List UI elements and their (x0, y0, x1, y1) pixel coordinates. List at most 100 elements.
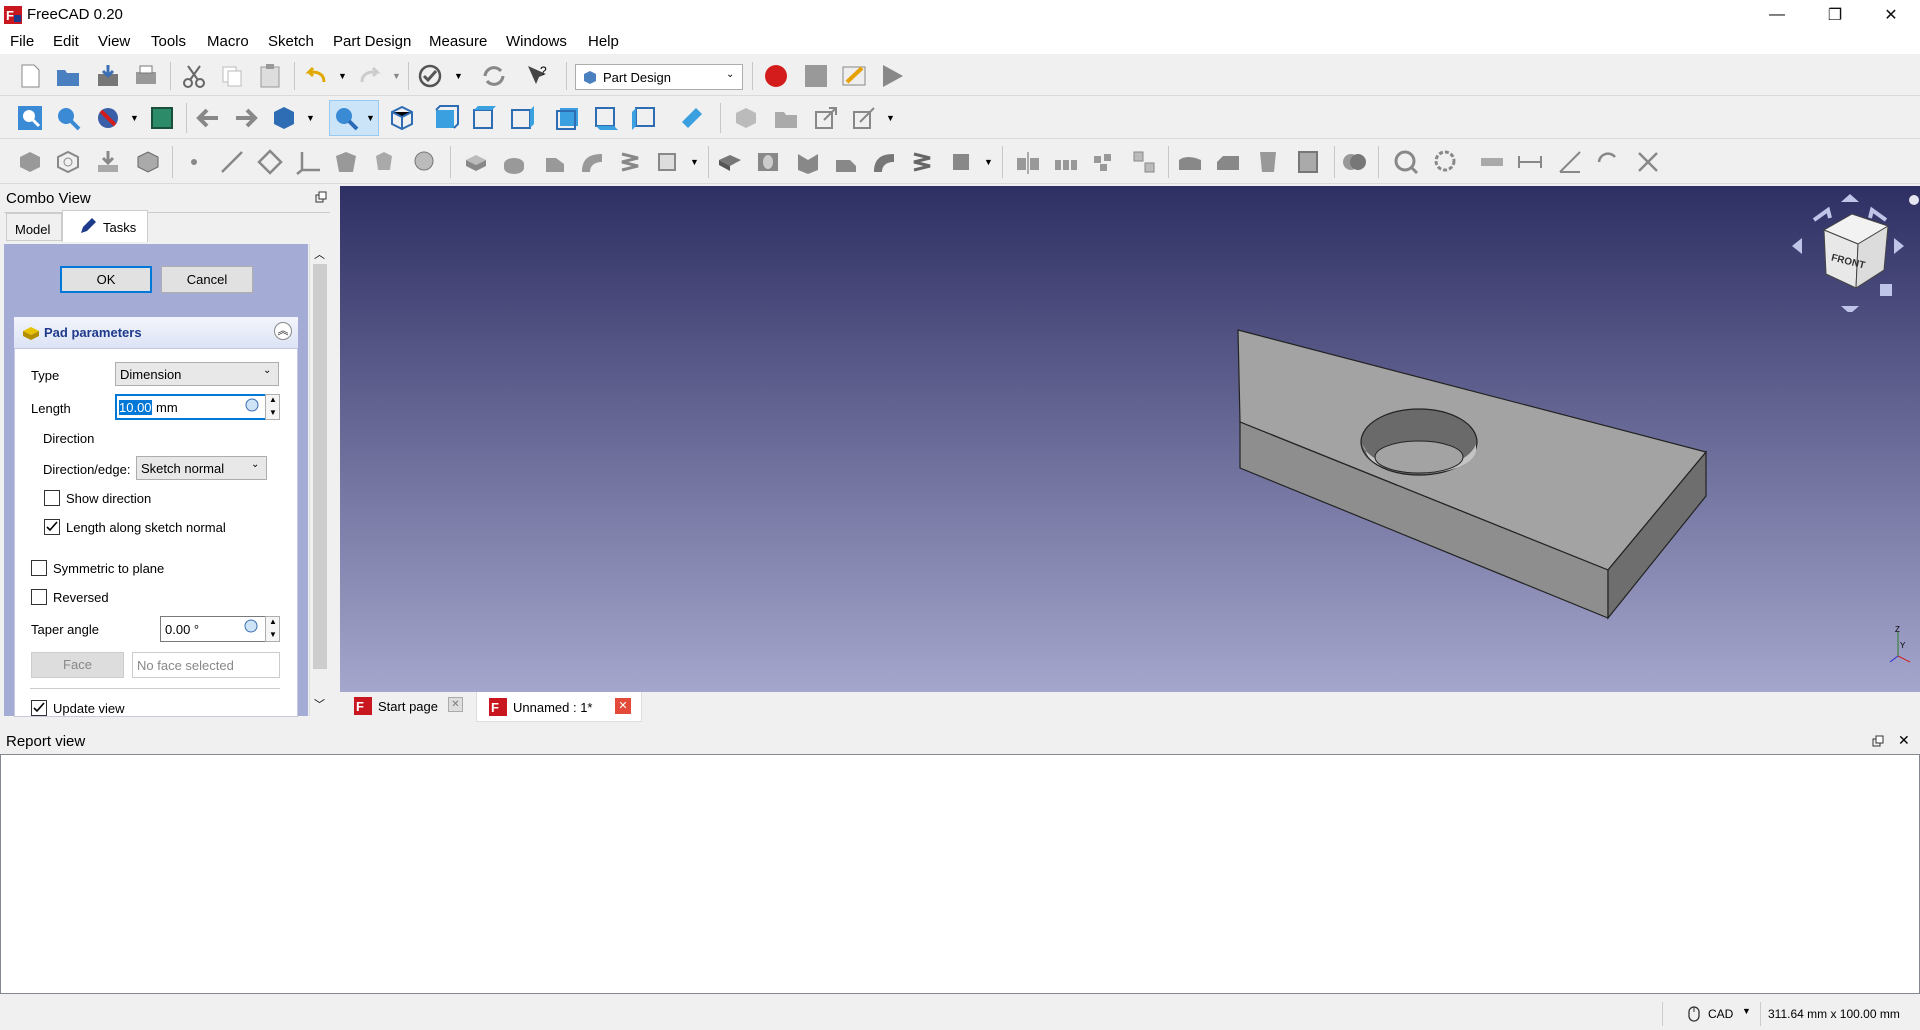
menu-windows[interactable]: Windows (506, 33, 567, 50)
create-body-icon[interactable] (732, 104, 760, 132)
tab-tasks[interactable]: Tasks (62, 210, 148, 242)
undo-icon[interactable] (302, 62, 330, 90)
close-tab-icon[interactable]: ✕ (448, 697, 463, 712)
macro-record-icon[interactable] (762, 62, 790, 90)
subtractive-clone-icon[interactable] (410, 148, 438, 176)
groove-icon[interactable] (794, 148, 822, 176)
sprocket-icon[interactable] (1392, 148, 1420, 176)
revolution-icon[interactable] (500, 148, 528, 176)
scroll-down-icon[interactable]: ﹀ (314, 696, 325, 712)
3d-viewport[interactable]: FRONT Z Y (340, 186, 1920, 692)
chamfer-icon[interactable] (1214, 148, 1242, 176)
view-left-icon[interactable] (630, 104, 658, 132)
mirrored-icon[interactable] (1014, 148, 1042, 176)
create-part-icon[interactable] (772, 104, 800, 132)
menu-help[interactable]: Help (588, 33, 619, 50)
body-icon[interactable] (16, 148, 44, 176)
ok-button[interactable]: OK (60, 266, 152, 293)
measure-clear-icon[interactable] (1634, 148, 1662, 176)
shape-binder-icon[interactable] (134, 148, 162, 176)
new-document-icon[interactable] (16, 62, 44, 90)
view-top-icon[interactable] (470, 104, 498, 132)
undock-icon[interactable] (315, 191, 327, 203)
expression-icon[interactable] (244, 619, 258, 633)
type-select[interactable]: Dimension ⌄ (115, 362, 279, 386)
minimize-button[interactable]: — (1748, 0, 1806, 29)
show-direction-checkbox[interactable] (44, 490, 60, 506)
navigation-cube[interactable]: FRONT (1776, 190, 1920, 312)
create-sketch-icon[interactable] (54, 148, 82, 176)
datum-plane-icon[interactable] (256, 148, 284, 176)
local-cs-icon[interactable] (294, 148, 322, 176)
zoom-icon[interactable] (332, 104, 360, 132)
validate-sketch-icon[interactable] (94, 148, 122, 176)
menu-part-design[interactable]: Part Design (333, 33, 411, 50)
std-view-icon[interactable] (270, 104, 298, 132)
taper-angle-input[interactable]: 0.00 ° (160, 616, 267, 642)
navigation-style[interactable]: CAD (1708, 1007, 1733, 1021)
reversed-checkbox[interactable] (31, 589, 47, 605)
spin-up-icon[interactable]: ▲ (269, 395, 277, 404)
undo-dropdown-icon[interactable]: ▼ (338, 71, 347, 81)
menu-view[interactable]: View (98, 33, 130, 50)
print-icon[interactable] (132, 62, 160, 90)
involute-gear-icon[interactable] (1432, 148, 1460, 176)
forward-arrow-icon[interactable] (232, 104, 260, 132)
spin-up-icon[interactable]: ▲ (269, 617, 277, 626)
pocket-icon[interactable] (716, 148, 744, 176)
macro-stop-icon[interactable] (802, 62, 830, 90)
macro-run-icon[interactable] (878, 62, 906, 90)
cut-icon[interactable] (180, 62, 208, 90)
collapse-icon[interactable]: ︽ (274, 322, 292, 340)
additive-pipe-icon[interactable] (578, 148, 606, 176)
additive-helix-icon[interactable] (616, 148, 644, 176)
measure-refresh-icon[interactable] (1594, 148, 1622, 176)
measure-angular-icon[interactable] (1556, 148, 1584, 176)
multi-transform-icon[interactable] (1130, 148, 1158, 176)
view-rear-icon[interactable] (554, 104, 582, 132)
cancel-button[interactable]: Cancel (161, 266, 253, 293)
draw-style-dropdown-icon[interactable]: ▼ (130, 113, 139, 123)
recompute-icon[interactable] (480, 62, 508, 90)
draft-icon[interactable] (1254, 148, 1282, 176)
copy-icon[interactable] (218, 62, 246, 90)
redo-icon[interactable] (356, 62, 384, 90)
datum-point-icon[interactable] (180, 148, 208, 176)
scroll-thumb[interactable] (313, 264, 327, 669)
face-button[interactable]: Face (31, 652, 124, 678)
subtractive-helix-icon[interactable] (908, 148, 936, 176)
menu-macro[interactable]: Macro (207, 33, 249, 50)
maximize-button[interactable]: ❐ (1806, 0, 1864, 29)
task-scrollbar[interactable]: ︿ ﹀ (309, 244, 329, 716)
menu-tools[interactable]: Tools (151, 33, 186, 50)
subtractive-pipe-icon[interactable] (870, 148, 898, 176)
sub-shape-binder-icon[interactable] (332, 148, 360, 176)
zoom-dropdown-icon[interactable]: ▼ (366, 113, 375, 123)
navigation-dropdown-icon[interactable]: ▼ (1742, 1006, 1751, 1016)
refresh-dropdown-icon[interactable]: ▼ (454, 71, 463, 81)
symmetric-checkbox[interactable] (31, 560, 47, 576)
menu-measure[interactable]: Measure (429, 33, 487, 50)
scroll-up-icon[interactable]: ︿ (314, 246, 325, 262)
close-tab-icon[interactable]: ✕ (615, 698, 631, 714)
additive-primitive-dropdown-icon[interactable]: ▼ (690, 157, 699, 167)
whats-this-icon[interactable]: ? (524, 62, 552, 90)
draw-style-icon[interactable] (94, 104, 122, 132)
create-link-icon[interactable] (812, 104, 840, 132)
additive-primitive-icon[interactable] (654, 148, 682, 176)
tab-model[interactable]: Model (6, 213, 62, 241)
hole-icon[interactable] (754, 148, 782, 176)
report-view-output[interactable] (0, 754, 1920, 994)
pad-icon[interactable] (462, 148, 490, 176)
undock-icon[interactable] (1872, 735, 1884, 747)
clone-icon[interactable] (370, 148, 398, 176)
menu-edit[interactable]: Edit (53, 33, 79, 50)
subtractive-primitive-icon[interactable] (948, 148, 976, 176)
menu-file[interactable]: File (10, 33, 34, 50)
boolean-icon[interactable] (1340, 148, 1368, 176)
subtractive-primitive-dropdown-icon[interactable]: ▼ (984, 157, 993, 167)
std-view-dropdown-icon[interactable]: ▼ (306, 113, 315, 123)
back-arrow-icon[interactable] (194, 104, 222, 132)
measure-linear-icon[interactable] (1516, 148, 1544, 176)
view-right-icon[interactable] (508, 104, 536, 132)
